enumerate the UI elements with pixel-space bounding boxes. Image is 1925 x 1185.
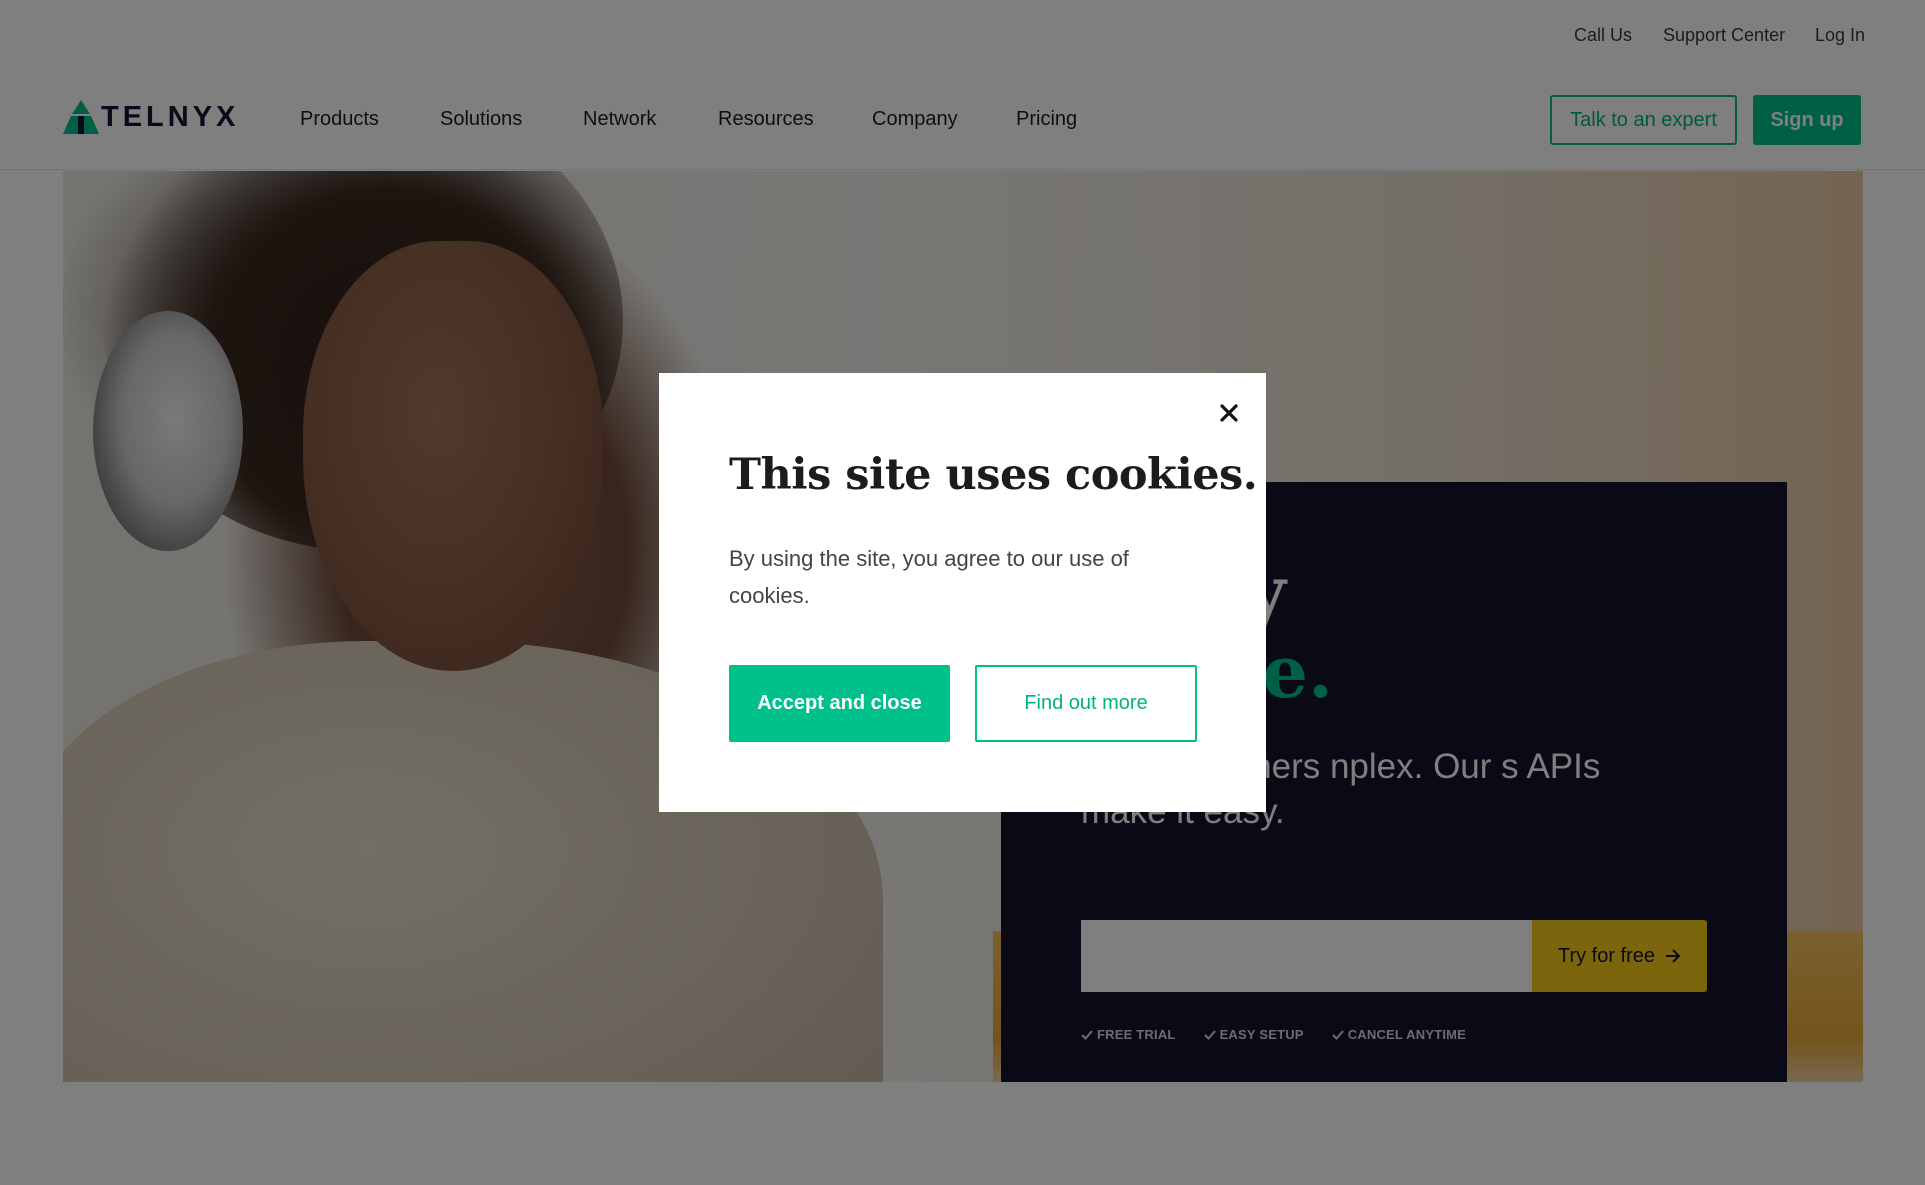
accept-and-close-button[interactable]: Accept and close bbox=[729, 665, 950, 742]
cookie-consent-modal: This site uses cookies. By using the sit… bbox=[659, 373, 1266, 812]
find-out-more-button[interactable]: Find out more bbox=[975, 665, 1197, 742]
modal-title: This site uses cookies. bbox=[729, 450, 1258, 500]
close-button[interactable] bbox=[1213, 397, 1245, 429]
close-icon bbox=[1220, 404, 1238, 422]
modal-body-text: By using the site, you agree to our use … bbox=[729, 546, 1129, 608]
